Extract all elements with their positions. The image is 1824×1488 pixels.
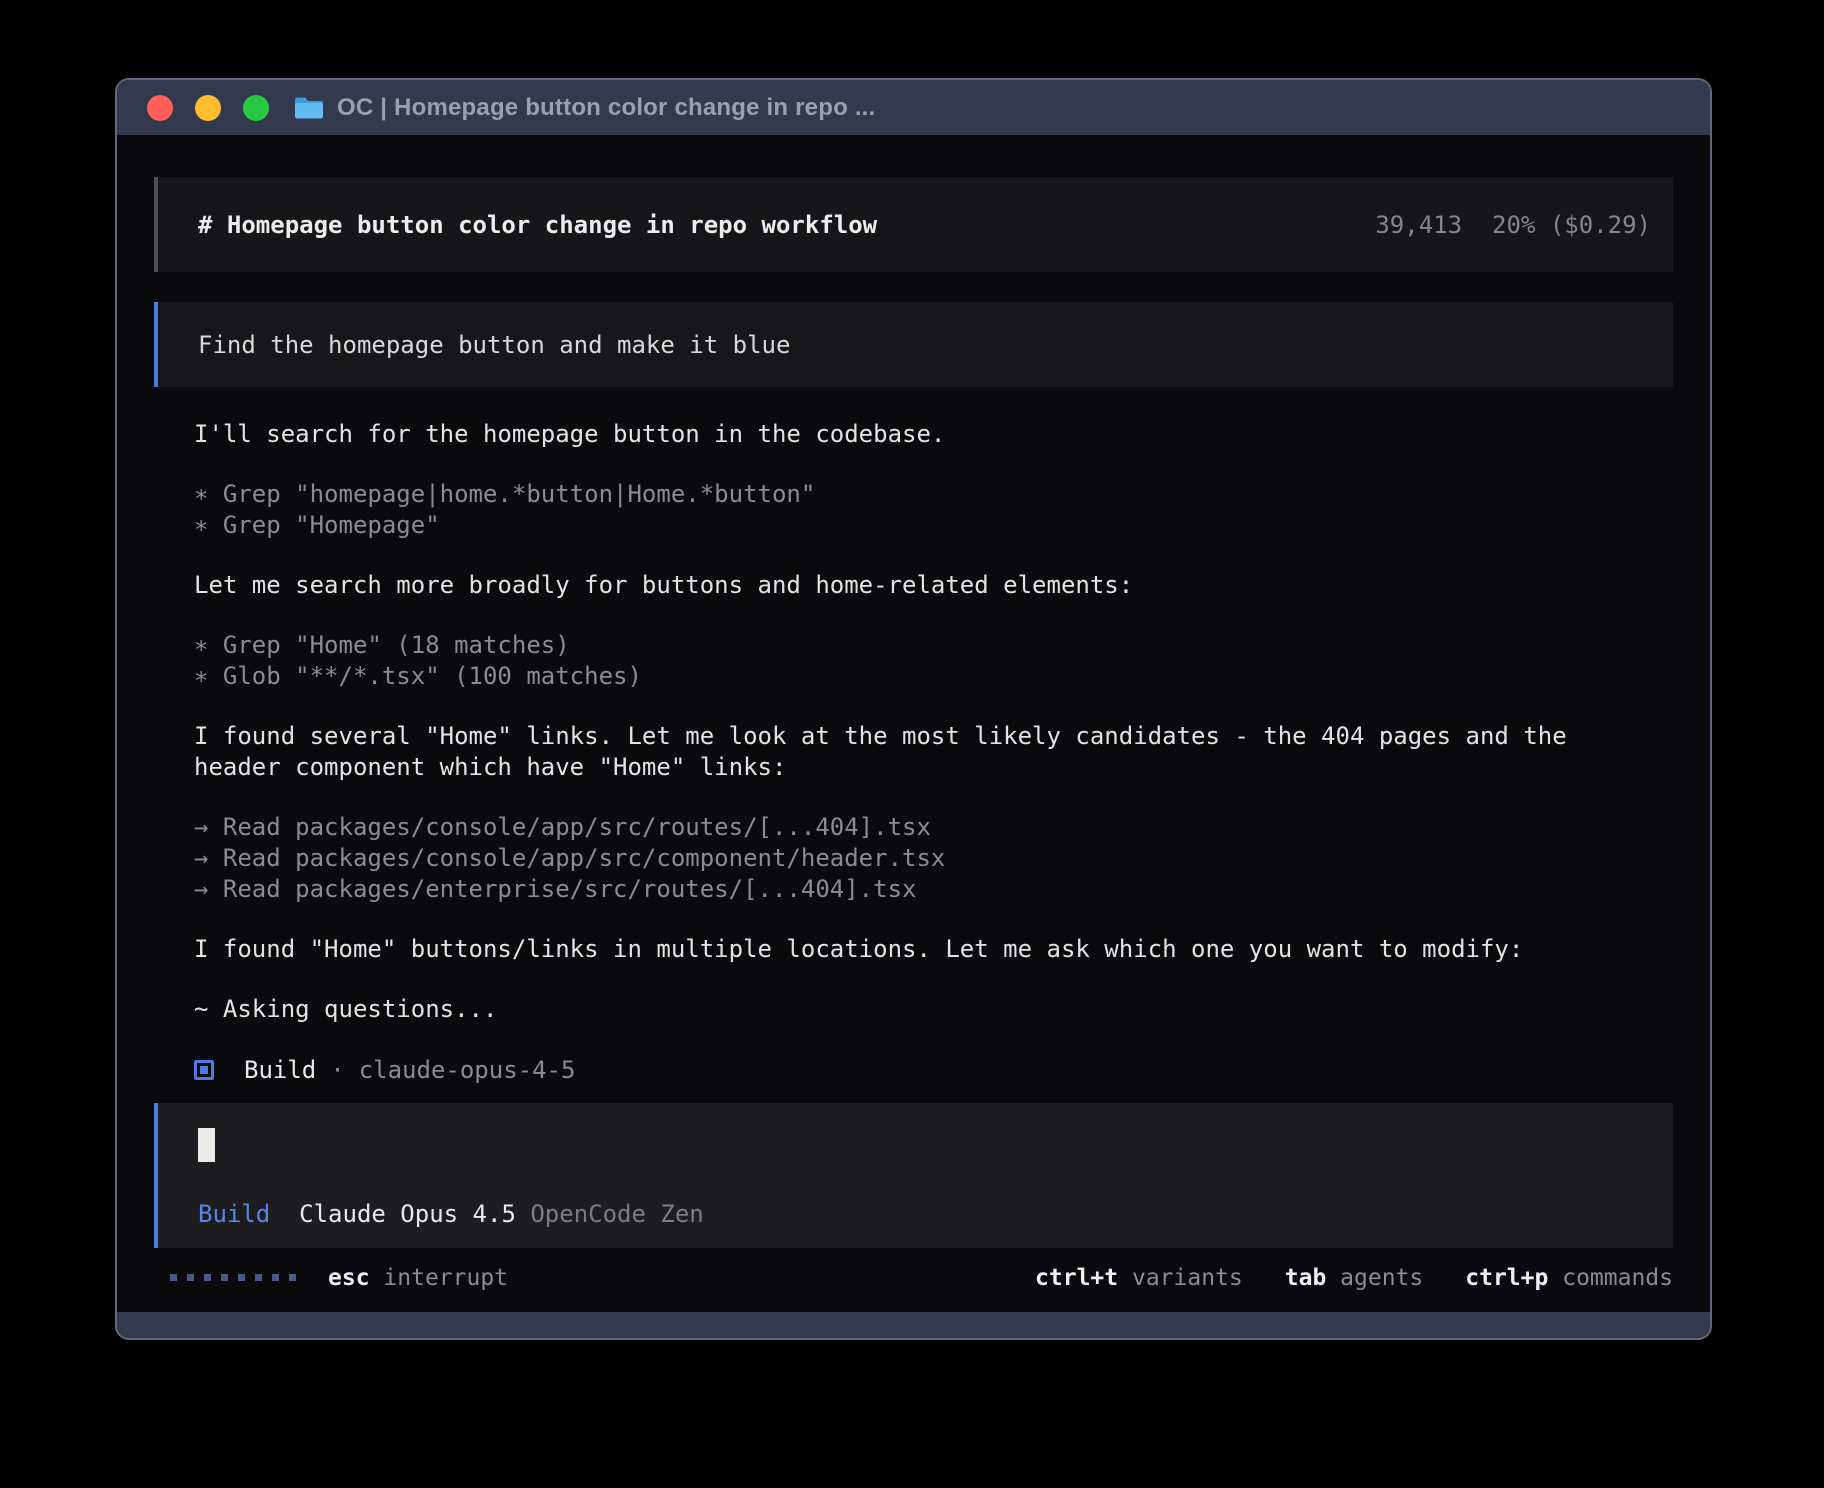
user-message: Find the homepage button and make it blu… [154,302,1673,387]
tool-call-group: ∗ Grep "homepage|home.*button|Home.*butt… [194,479,1673,541]
interrupt-hint: esc interrupt [328,1265,508,1291]
terminal-window: OC | Homepage button color change in rep… [115,78,1712,1340]
tool-call-line: → Read packages/console/app/src/routes/[… [194,812,1673,843]
close-button[interactable] [147,95,173,121]
editor-provider: OpenCode Zen [530,1200,703,1228]
window-footer [117,1312,1710,1338]
assistant-transcript: I'll search for the homepage button in t… [154,419,1673,1025]
tool-call-line: ∗ Grep "Homepage" [194,510,1673,541]
agent-build-icon [194,1060,214,1080]
assistant-text-line: I found several "Home" links. Let me loo… [194,721,1673,752]
assistant-paragraph: Let me search more broadly for buttons a… [194,570,1673,601]
token-count: 39,413 [1375,211,1462,239]
activity-dot [221,1274,228,1281]
activity-dot [187,1274,194,1281]
user-message-text: Find the homepage button and make it blu… [198,331,790,359]
status-bar: esc interrupt ctrl+t variants tab agents… [154,1262,1673,1293]
session-meta: 39,413 20% ($0.29) [1375,211,1651,239]
agent-status-row: Build · claude-opus-4-5 [154,1054,1673,1085]
session-header: # Homepage button color change in repo w… [154,177,1673,272]
assistant-text-line: I'll search for the homepage button in t… [194,419,1673,450]
activity-dots [170,1274,296,1281]
assistant-paragraph: I found "Home" buttons/links in multiple… [194,934,1673,965]
agent-name: Build [244,1056,316,1084]
separator-dot: · [330,1056,344,1084]
editor-meta: Build Claude Opus 4.5 OpenCode Zen [198,1200,1633,1228]
activity-dot [170,1274,177,1281]
activity-dot [255,1274,262,1281]
tool-call-group: → Read packages/console/app/src/routes/[… [194,812,1673,905]
agent-model: claude-opus-4-5 [359,1056,576,1084]
tool-call-line: ∗ Glob "**/*.tsx" (100 matches) [194,661,1673,692]
agents-hint: tab agents [1285,1265,1424,1291]
assistant-paragraph: I'll search for the homepage button in t… [194,419,1673,450]
editor-mode: Build [198,1200,270,1228]
assistant-text-line: I found "Home" buttons/links in multiple… [194,934,1673,965]
tool-call-line: ∗ Grep "Home" (18 matches) [194,630,1673,661]
activity-dot [204,1274,211,1281]
text-cursor [198,1128,215,1162]
traffic-lights [147,95,269,121]
tool-call-group: ∗ Grep "Home" (18 matches) ∗ Glob "**/*.… [194,630,1673,692]
activity-dot [272,1274,279,1281]
titlebar: OC | Homepage button color change in rep… [117,80,1710,135]
editor-model: Claude Opus 4.5 [299,1200,516,1228]
variants-hint: ctrl+t variants [1035,1265,1243,1291]
tool-call-line: → Read packages/console/app/src/componen… [194,843,1673,874]
esc-key-label: esc [328,1265,370,1291]
esc-action-label: interrupt [383,1265,508,1291]
assistant-paragraph: ~ Asking questions... [194,994,1673,1025]
minimize-button[interactable] [195,95,221,121]
assistant-paragraph: I found several "Home" links. Let me loo… [194,721,1673,783]
tool-call-line: → Read packages/enterprise/src/routes/[.… [194,874,1673,905]
folder-icon [293,95,325,121]
terminal-content: # Homepage button color change in repo w… [117,135,1710,1312]
shortcut-hints: ctrl+t variants tab agents ctrl+p comman… [1035,1265,1673,1291]
assistant-text-line: ~ Asking questions... [194,994,1673,1025]
assistant-text-line: Let me search more broadly for buttons a… [194,570,1673,601]
window-title: OC | Homepage button color change in rep… [337,94,875,122]
prompt-input[interactable]: Build Claude Opus 4.5 OpenCode Zen [154,1103,1673,1248]
tool-call-line: ∗ Grep "homepage|home.*button|Home.*butt… [194,479,1673,510]
maximize-button[interactable] [243,95,269,121]
session-title: # Homepage button color change in repo w… [198,211,877,239]
activity-dot [289,1274,296,1281]
assistant-text-line: header component which have "Home" links… [194,752,1673,783]
activity-dot [238,1274,245,1281]
commands-hint: ctrl+p commands [1465,1265,1673,1291]
context-usage: 20% ($0.29) [1492,211,1651,239]
